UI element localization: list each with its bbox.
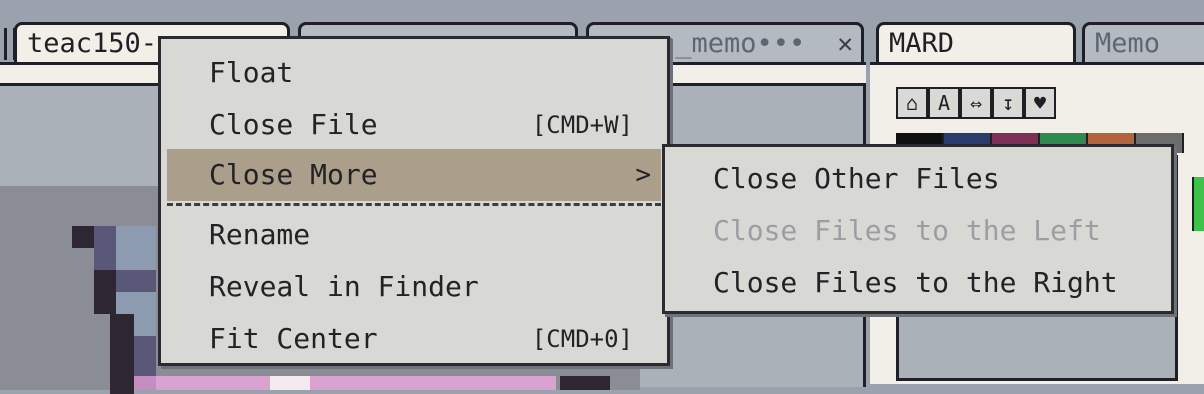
pixel [270,376,310,390]
tab-context-menu: Float Close File [CMD+W] Close More > Re… [158,36,670,366]
pixel [94,270,116,314]
menu-item-label: Reveal in Finder [209,270,479,303]
shortcut-label: [CMD+0] [531,325,633,353]
menu-item-close-files-right[interactable]: Close Files to the Right [671,257,1165,309]
tab-label: Memo [1095,28,1161,59]
pixel [116,226,156,270]
pixel [94,226,116,270]
pixel [110,314,134,394]
close-icon[interactable]: ✕ [837,25,853,62]
text-icon[interactable]: A [928,87,960,119]
menu-item-close-other-files[interactable]: Close Other Files [671,153,1165,205]
tab-memo[interactable]: Memo [1082,22,1204,62]
menu-item-label: Close Files to the Right [713,266,1118,299]
menu-item-label: Fit Center [209,322,378,355]
menu-separator [167,203,661,206]
tab-label: MARD [889,28,955,59]
tab-label: teac150- [27,28,158,59]
menu-item-close-more[interactable]: Close More > [167,149,661,201]
menu-item-fit-center[interactable]: Fit Center [CMD+0] [167,313,661,365]
align-icon[interactable]: ↧ [992,87,1024,119]
shortcut-label: [CMD+W] [531,111,633,139]
pixel [560,376,610,390]
menu-item-label: Float [209,56,294,89]
palette-toolbar: ⌂ A ⇔ ↧ ♥ [896,87,1056,121]
chevron-right-icon: > [635,160,651,190]
menu-item-float[interactable]: Float [167,47,661,99]
pixel [116,270,156,292]
menu-item-rename[interactable]: Rename [167,209,661,261]
pixel [134,336,156,376]
pixel [156,376,556,390]
menu-item-label: Close More [209,158,378,191]
menu-item-close-file[interactable]: Close File [CMD+W] [167,99,661,151]
pixel [72,226,94,248]
pixel [134,376,156,390]
menu-item-reveal-in-finder[interactable]: Reveal in Finder [167,261,661,313]
menu-item-label: Rename [209,218,311,251]
menu-item-label: Close Other Files [713,162,1000,195]
settings-icon[interactable]: ♥ [1024,87,1056,119]
menu-item-label: Close File [209,108,378,141]
lock-icon[interactable]: ⌂ [896,87,928,119]
tab-mard[interactable]: MARD [876,22,1076,66]
menu-item-label: Close Files to the Left [713,214,1101,247]
resize-icon[interactable]: ⇔ [960,87,992,119]
close-more-submenu: Close Other Files Close Files to the Lef… [662,144,1174,314]
color-slider[interactable] [1192,177,1204,231]
menu-item-close-files-left: Close Files to the Left [671,205,1165,257]
